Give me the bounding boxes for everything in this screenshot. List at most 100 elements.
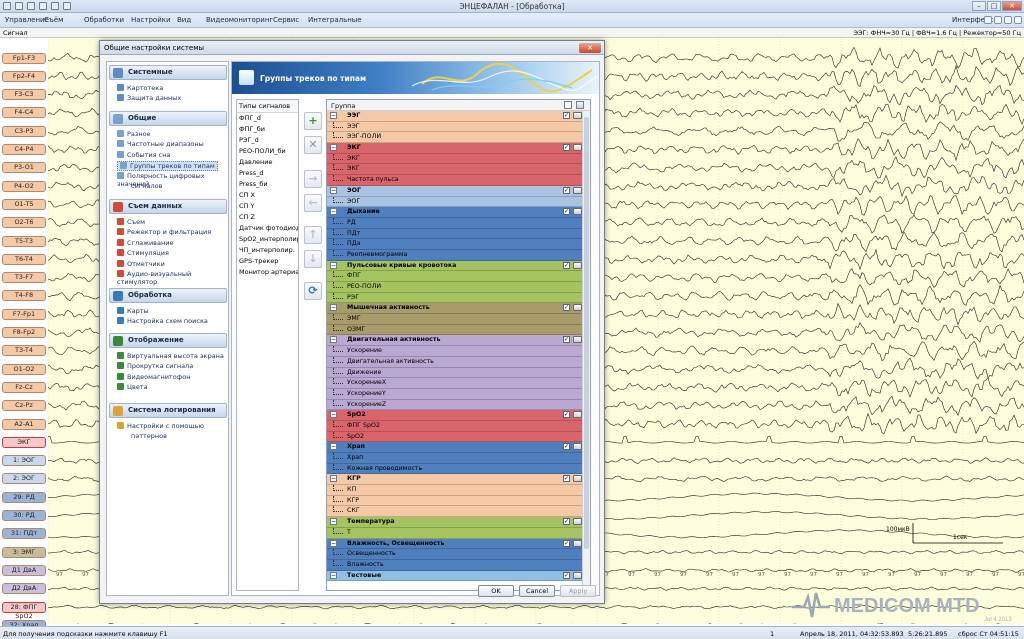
checkbox-icon[interactable]: ✓ — [563, 304, 570, 312]
signal-type-item[interactable]: Давление — [237, 157, 298, 168]
signal-type-item[interactable]: Датчик фотодиодн — [237, 223, 298, 234]
collapse-icon[interactable]: − — [330, 518, 337, 526]
group-row[interactable]: − Пульсовые кривые кровотока ✓ — [327, 260, 584, 272]
nav-item[interactable]: События сна — [117, 150, 170, 159]
channel-label[interactable]: T6-T4 — [2, 253, 46, 265]
color-picker-icon[interactable] — [573, 411, 582, 419]
checkbox-icon[interactable]: ✓ — [563, 144, 570, 152]
move-right-icon[interactable]: → — [304, 170, 322, 188]
layout-icon[interactable] — [994, 16, 1002, 24]
nav-header[interactable]: Съем данных — [109, 199, 227, 214]
group-row[interactable]: − Тестовые ✓ — [327, 570, 584, 582]
nav-item[interactable]: Съем — [117, 218, 145, 226]
menu-item-2[interactable]: Обработки — [84, 16, 124, 24]
group-child-row[interactable]: ЭОГ — [327, 196, 584, 208]
nav-item[interactable]: Картотека — [117, 84, 163, 92]
group-child-row[interactable]: Движение — [327, 367, 584, 379]
color-picker-icon[interactable] — [573, 443, 582, 451]
signal-type-item[interactable]: Press_би — [237, 179, 298, 190]
collapse-icon[interactable]: − — [330, 411, 337, 419]
nav-item[interactable]: паттернов — [131, 432, 167, 440]
group-child-row[interactable]: УскорениеX — [327, 378, 584, 389]
channel-label[interactable]: O2-T6 — [2, 217, 46, 229]
menu-item-4[interactable]: Вид — [177, 16, 191, 24]
group-row[interactable]: − Храп ✓ — [327, 442, 584, 453]
nav-item[interactable]: Частотные диапазоны — [117, 140, 204, 148]
group-row[interactable]: − Температура ✓ — [327, 517, 584, 528]
group-child-row[interactable]: ЭМГ — [327, 314, 584, 325]
channel-label[interactable]: T3-F7 — [2, 272, 46, 284]
menu-item-6[interactable]: Сервис — [273, 16, 299, 24]
signal-types-list[interactable]: Типы сигналов ФПГ_d ФПГ_би РЭГ_d РЕО-ПОЛИ_б… — [236, 99, 299, 591]
checkbox-icon[interactable]: ✓ — [563, 186, 570, 194]
channel-label[interactable]: O1-O2 — [2, 363, 46, 375]
help-icon[interactable] — [984, 16, 992, 24]
checkbox-icon[interactable]: ✓ — [563, 539, 570, 547]
group-child-row[interactable]: Т — [327, 527, 584, 539]
channel-label[interactable]: 29: РД — [2, 491, 46, 503]
signal-type-item[interactable]: СП Y — [237, 201, 298, 212]
group-child-row[interactable]: Ускорение — [327, 346, 584, 357]
channel-label[interactable]: 1: ЭОГ — [2, 455, 46, 467]
group-row[interactable]: − SpO2 ✓ — [327, 410, 584, 421]
channel-label[interactable]: P3-O1 — [2, 162, 46, 174]
group-row[interactable]: − ЭОГ ✓ — [327, 185, 584, 197]
signal-type-item[interactable]: Монитор артериал — [237, 267, 298, 278]
color-picker-icon[interactable] — [573, 336, 582, 344]
color-picker-icon[interactable] — [573, 186, 582, 194]
group-child-row[interactable]: ПДа — [327, 239, 584, 250]
channel-label[interactable]: T4-F8 — [2, 290, 46, 302]
channel-label[interactable]: Д2 ДвА — [2, 583, 46, 595]
maximize-button[interactable]: □ — [987, 1, 1001, 11]
signal-type-item[interactable]: ЧП_интерполир. — [237, 245, 298, 256]
nav-item[interactable]: Разное — [117, 130, 151, 138]
track-groups-tree[interactable]: Группа − ЭЭГ ✓ ЭЭГ ЭЭГ-ПОЛИ − ЭКГ ✓ ЭКГ ЭКГ Частот… — [326, 99, 591, 591]
group-row[interactable]: − ЭЭГ ✓ — [327, 111, 584, 122]
group-child-row[interactable]: ЭЭГ-ПОЛИ — [327, 132, 584, 144]
nav-item[interactable]: Карты — [117, 307, 149, 315]
group-child-row[interactable]: ОЗМГ — [327, 324, 584, 336]
group-child-row[interactable]: ФПГ SpO2 — [327, 420, 584, 432]
channel-label[interactable]: C3-P3 — [2, 125, 46, 137]
channel-label[interactable]: C4-P4 — [2, 144, 46, 155]
color-picker-icon[interactable] — [573, 112, 582, 119]
checkbox-icon[interactable]: ✓ — [563, 411, 570, 419]
channel-label[interactable]: F4-C4 — [2, 107, 46, 119]
collapse-icon[interactable]: − — [330, 304, 337, 312]
ok-button[interactable]: OK — [478, 585, 514, 597]
color-picker-icon[interactable] — [573, 571, 582, 579]
group-row[interactable]: − Двигательная активность ✓ — [327, 335, 584, 347]
window-icon[interactable] — [1014, 16, 1022, 24]
channel-label[interactable]: 28: ФПГ SpO2 — [2, 601, 46, 620]
nav-item[interactable]: Группы треков по типам — [117, 161, 218, 172]
group-row[interactable]: − Дыхание ✓ — [327, 207, 584, 218]
checkbox-icon[interactable]: ✓ — [563, 261, 570, 269]
group-child-row[interactable]: УскорениеZ — [327, 399, 584, 411]
group-row[interactable]: − Влажность, Освещенность ✓ — [327, 538, 584, 550]
group-child-row[interactable]: ЭЭГ — [327, 121, 584, 133]
refresh-icon[interactable]: ⟳ — [304, 282, 322, 300]
minimize-button[interactable]: – — [972, 1, 986, 11]
collapse-icon[interactable]: − — [330, 539, 337, 547]
group-child-row[interactable]: УскорениеY — [327, 388, 584, 400]
group-child-row[interactable]: Влажность — [327, 559, 584, 571]
color-picker-icon[interactable] — [573, 304, 582, 312]
checkbox-icon[interactable]: ✓ — [563, 112, 570, 119]
delete-icon[interactable]: ✕ — [304, 136, 322, 154]
collapse-icon[interactable]: − — [330, 571, 337, 579]
group-child-row[interactable]: Частота пульса — [327, 175, 584, 186]
nav-item[interactable]: Защита данных — [117, 94, 181, 102]
channel-label[interactable]: P4-O2 — [2, 180, 46, 192]
group-child-row[interactable]: КГР — [327, 495, 584, 507]
nav-item[interactable]: сигналов — [131, 182, 162, 190]
signal-type-item[interactable]: РЭГ_d — [237, 135, 298, 146]
groups-scrollbar[interactable] — [582, 111, 590, 590]
color-picker-icon[interactable] — [573, 518, 582, 526]
nav-item[interactable]: Режектор и фильтрация — [117, 228, 211, 236]
nav-header[interactable]: Обработка — [109, 288, 227, 303]
dialog-close-button[interactable]: ✕ — [579, 43, 601, 53]
group-row[interactable]: − Мышечная активность ✓ — [327, 303, 584, 315]
move-down-icon[interactable]: ↓ — [304, 250, 322, 268]
color-picker-icon[interactable] — [573, 475, 582, 483]
cancel-button[interactable]: Cancel — [519, 585, 555, 597]
